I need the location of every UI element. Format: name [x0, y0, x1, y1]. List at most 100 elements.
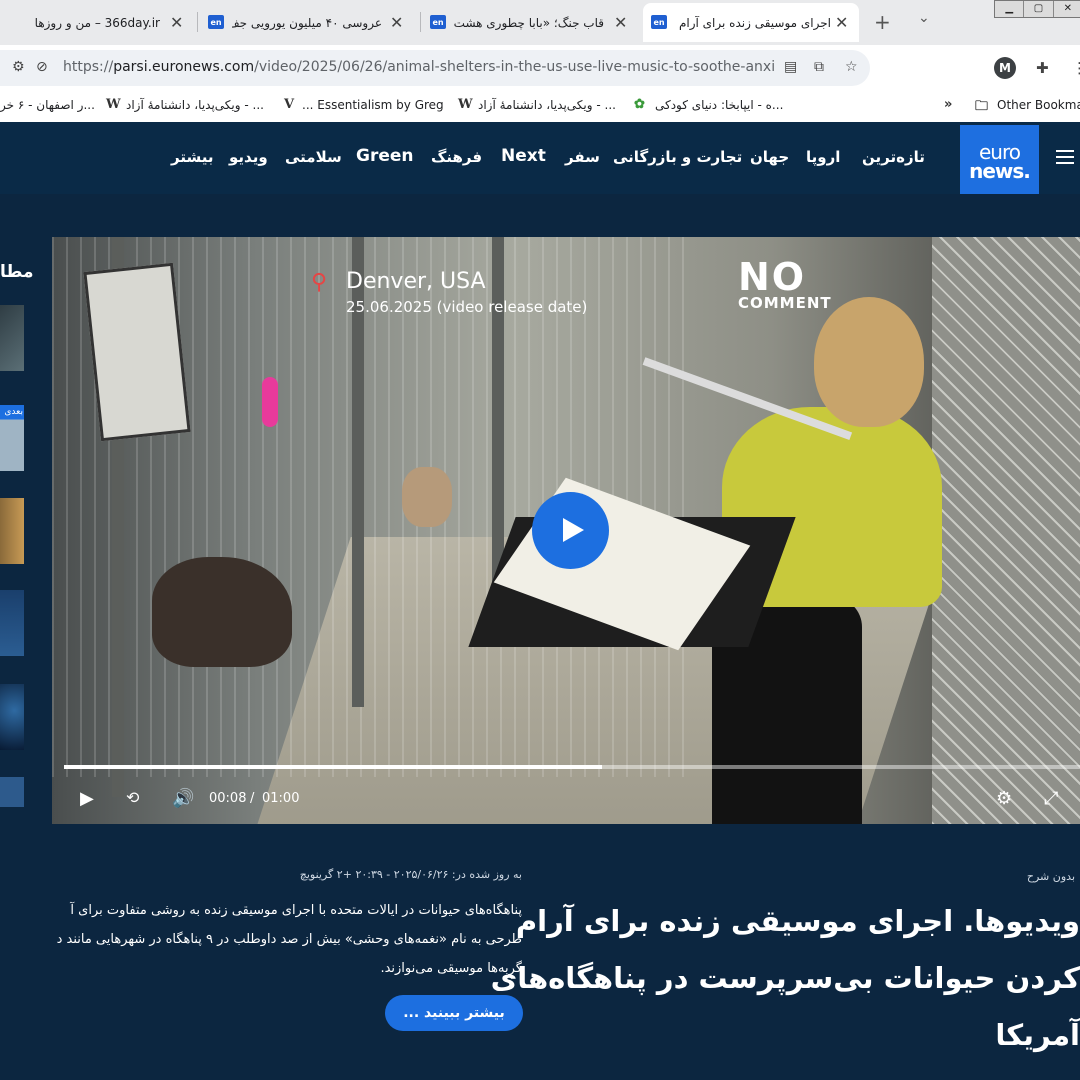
sidebar-next-badge: بعدی [4, 407, 23, 417]
maximize-icon[interactable]: ▢ [1024, 1, 1054, 17]
tab-separator [197, 12, 198, 32]
bookmark-leaf-icon: ✿ [634, 97, 645, 112]
headline-line: ویدیوها. اجرای موسیقی زنده برای آرام [515, 904, 1080, 938]
nav-item-world[interactable]: جهان [750, 148, 789, 166]
bookmark-item[interactable]: ... - ویکی‌پدیا، دانشنامهٔ آزاد [126, 98, 264, 112]
fullscreen-icon[interactable]: ⤢ [1044, 788, 1058, 809]
tab-title: اجرای موسیقی زنده برای آرام [678, 15, 831, 30]
updated-timestamp: به روز شده در: ۲۰۲۵/۰۶/۲۶ - ۲۰:۳۹ +۲ گری… [299, 868, 522, 881]
bookmark-item[interactable]: ...ه - ایپابخا: دنیای کودکی [655, 98, 783, 112]
tab-title: 366day.ir – من و روزها [34, 15, 160, 30]
video-scene-cat [152, 557, 292, 667]
install-app-icon[interactable]: ⧉ [814, 59, 824, 75]
bookmark-item[interactable]: ... - ویکی‌پدیا، دانشنامهٔ آزاد [478, 98, 616, 112]
more-bookmarks-chevron-icon[interactable]: » [944, 97, 952, 112]
sidebar-thumbnail[interactable]: بعدی [0, 405, 24, 471]
nav-item-europe[interactable]: اروپا [806, 148, 840, 166]
browser-tab[interactable]: en عروسی ۴۰ میلیون یورویی جف ✕ [202, 3, 412, 42]
minimize-icon[interactable]: ▁ [995, 1, 1025, 17]
video-scene-notice [83, 262, 191, 442]
play-overlay-button[interactable] [532, 492, 609, 569]
headline-line: آمریکا [995, 1018, 1080, 1052]
article-headline: ویدیوها. اجرای موسیقی زنده برای آرام کرد… [491, 893, 1080, 1064]
window-controls: ▁ ▢ ✕ [994, 0, 1080, 18]
sidebar-thumbnail[interactable] [0, 305, 24, 371]
close-icon[interactable]: ✕ [835, 13, 848, 32]
play-icon[interactable]: ▶ [80, 788, 94, 809]
nav-item-green[interactable]: Green [356, 146, 414, 166]
nav-item-health[interactable]: سلامتی [285, 148, 342, 166]
nav-item-next[interactable]: Next [501, 146, 546, 166]
bookmark-item[interactable]: Essentialism by Greg ... [302, 98, 444, 112]
tab-separator [420, 12, 421, 32]
browser-tab-active[interactable]: en اجرای موسیقی زنده برای آرام ✕ [643, 3, 859, 42]
duration: 01:00 [262, 791, 300, 806]
sidebar-thumbnail[interactable] [0, 684, 24, 750]
euronews-favicon-icon: en [651, 15, 667, 29]
bookmarks-bar: ...ر اصفهان - ۶ خر W ... - ویکی‌پدیا، دا… [0, 91, 1080, 122]
video-scene-person [814, 297, 924, 427]
new-tab-icon[interactable]: + [874, 10, 891, 34]
tracking-protection-icon[interactable]: ⊘ [36, 59, 48, 75]
nav-item-travel[interactable]: سفر [565, 148, 600, 166]
bookmark-item[interactable]: ...ر اصفهان - ۶ خر [0, 98, 95, 112]
profile-avatar[interactable]: M [994, 57, 1016, 79]
url-text[interactable]: https://parsi.euronews.com/video/2025/06… [63, 59, 775, 75]
sidebar-thumbnail[interactable] [0, 777, 24, 807]
tab-title: عروسی ۴۰ میلیون یورویی جف [232, 15, 382, 30]
summary-line: طرحی به نام «نغمه‌های وحشی» بیش از صد دا… [56, 932, 522, 947]
close-icon[interactable]: ✕ [170, 13, 183, 32]
logo-text-news: news. [969, 159, 1031, 183]
close-icon[interactable]: ✕ [614, 13, 627, 32]
nav-item-business[interactable]: تجارت و بازرگانی [613, 148, 742, 166]
folder-icon: 🗀 [975, 99, 989, 114]
browser-tab[interactable]: 366day.ir – من و روزها ✕ [0, 3, 190, 42]
wikipedia-icon: W [106, 97, 121, 112]
category-label[interactable]: بدون شرح [960, 870, 1075, 883]
video-player[interactable]: ⚲ Denver, USA 25.06.2025 (video release … [52, 237, 1080, 824]
volume-icon[interactable]: 🔊 [172, 788, 194, 809]
rewind-10-icon[interactable]: ⟲ [126, 788, 139, 807]
video-progress-bar[interactable] [64, 765, 1080, 769]
video-location: Denver, USA [346, 269, 486, 294]
site-settings-icon[interactable]: ⚙ [12, 59, 25, 75]
video-scene-toy [262, 377, 278, 427]
nav-item-more[interactable]: بیشتر [171, 148, 213, 166]
site-navigation: تازه‌ترین اروپا جهان تجارت و بازرگانی سف… [0, 122, 1080, 194]
address-bar[interactable]: ⚙ ⊘ https://parsi.euronews.com/video/202… [0, 50, 870, 86]
sidebar-thumbnail[interactable] [0, 498, 24, 564]
bookmark-v-icon: V [284, 97, 295, 112]
close-icon[interactable]: ✕ [390, 13, 403, 32]
extensions-icon[interactable]: ✚ [1036, 59, 1049, 77]
video-progress-fill [64, 765, 603, 769]
tab-search-chevron-icon[interactable]: ⌄ [918, 10, 930, 26]
sidebar-thumbnail[interactable] [0, 590, 24, 656]
video-scene-dog [402, 467, 452, 527]
nav-item-latest[interactable]: تازه‌ترین [862, 148, 925, 166]
nocomment-logo-no: NO [738, 255, 807, 299]
browser-tabstrip: 366day.ir – من و روزها ✕ en عروسی ۴۰ میل… [0, 0, 1080, 45]
summary-line: پناهگاه‌های حیوانات در ایالات متحده با ا… [70, 903, 522, 918]
browser-toolbar: ⚙ ⊘ https://parsi.euronews.com/video/202… [0, 45, 1080, 91]
tab-title: قاب جنگ؛ «بابا چطوری هشت [454, 15, 604, 30]
url-path: /video/2025/06/26/animal-shelters-in-the… [254, 59, 775, 75]
hamburger-menu-icon[interactable] [1056, 150, 1074, 168]
euronews-favicon-icon: en [430, 15, 446, 29]
close-window-icon[interactable]: ✕ [1054, 1, 1080, 17]
reader-mode-icon[interactable]: ▤ [784, 59, 797, 75]
nav-item-video[interactable]: ویدیو [229, 148, 268, 166]
current-time: 00:08 [209, 791, 247, 806]
browser-tab[interactable]: en قاب جنگ؛ «بابا چطوری هشت ✕ [424, 3, 634, 42]
url-host: parsi.euronews.com [113, 59, 255, 75]
bookmark-star-icon[interactable]: ☆ [845, 59, 858, 75]
settings-gear-icon[interactable]: ⚙ [996, 788, 1012, 809]
other-bookmarks[interactable]: Other Bookmarks [997, 98, 1080, 112]
menu-dots-icon[interactable]: ⋮ [1072, 59, 1080, 77]
url-scheme: https:// [63, 59, 114, 75]
euronews-favicon-icon: en [208, 15, 224, 29]
location-pin-icon: ⚲ [311, 270, 328, 295]
time-separator: / [250, 791, 255, 806]
nav-item-culture[interactable]: فرهنگ [431, 148, 482, 166]
article-summary: پناهگاه‌های حیوانات در ایالات متحده با ا… [0, 896, 522, 986]
euronews-logo[interactable]: euro news. [960, 125, 1039, 202]
